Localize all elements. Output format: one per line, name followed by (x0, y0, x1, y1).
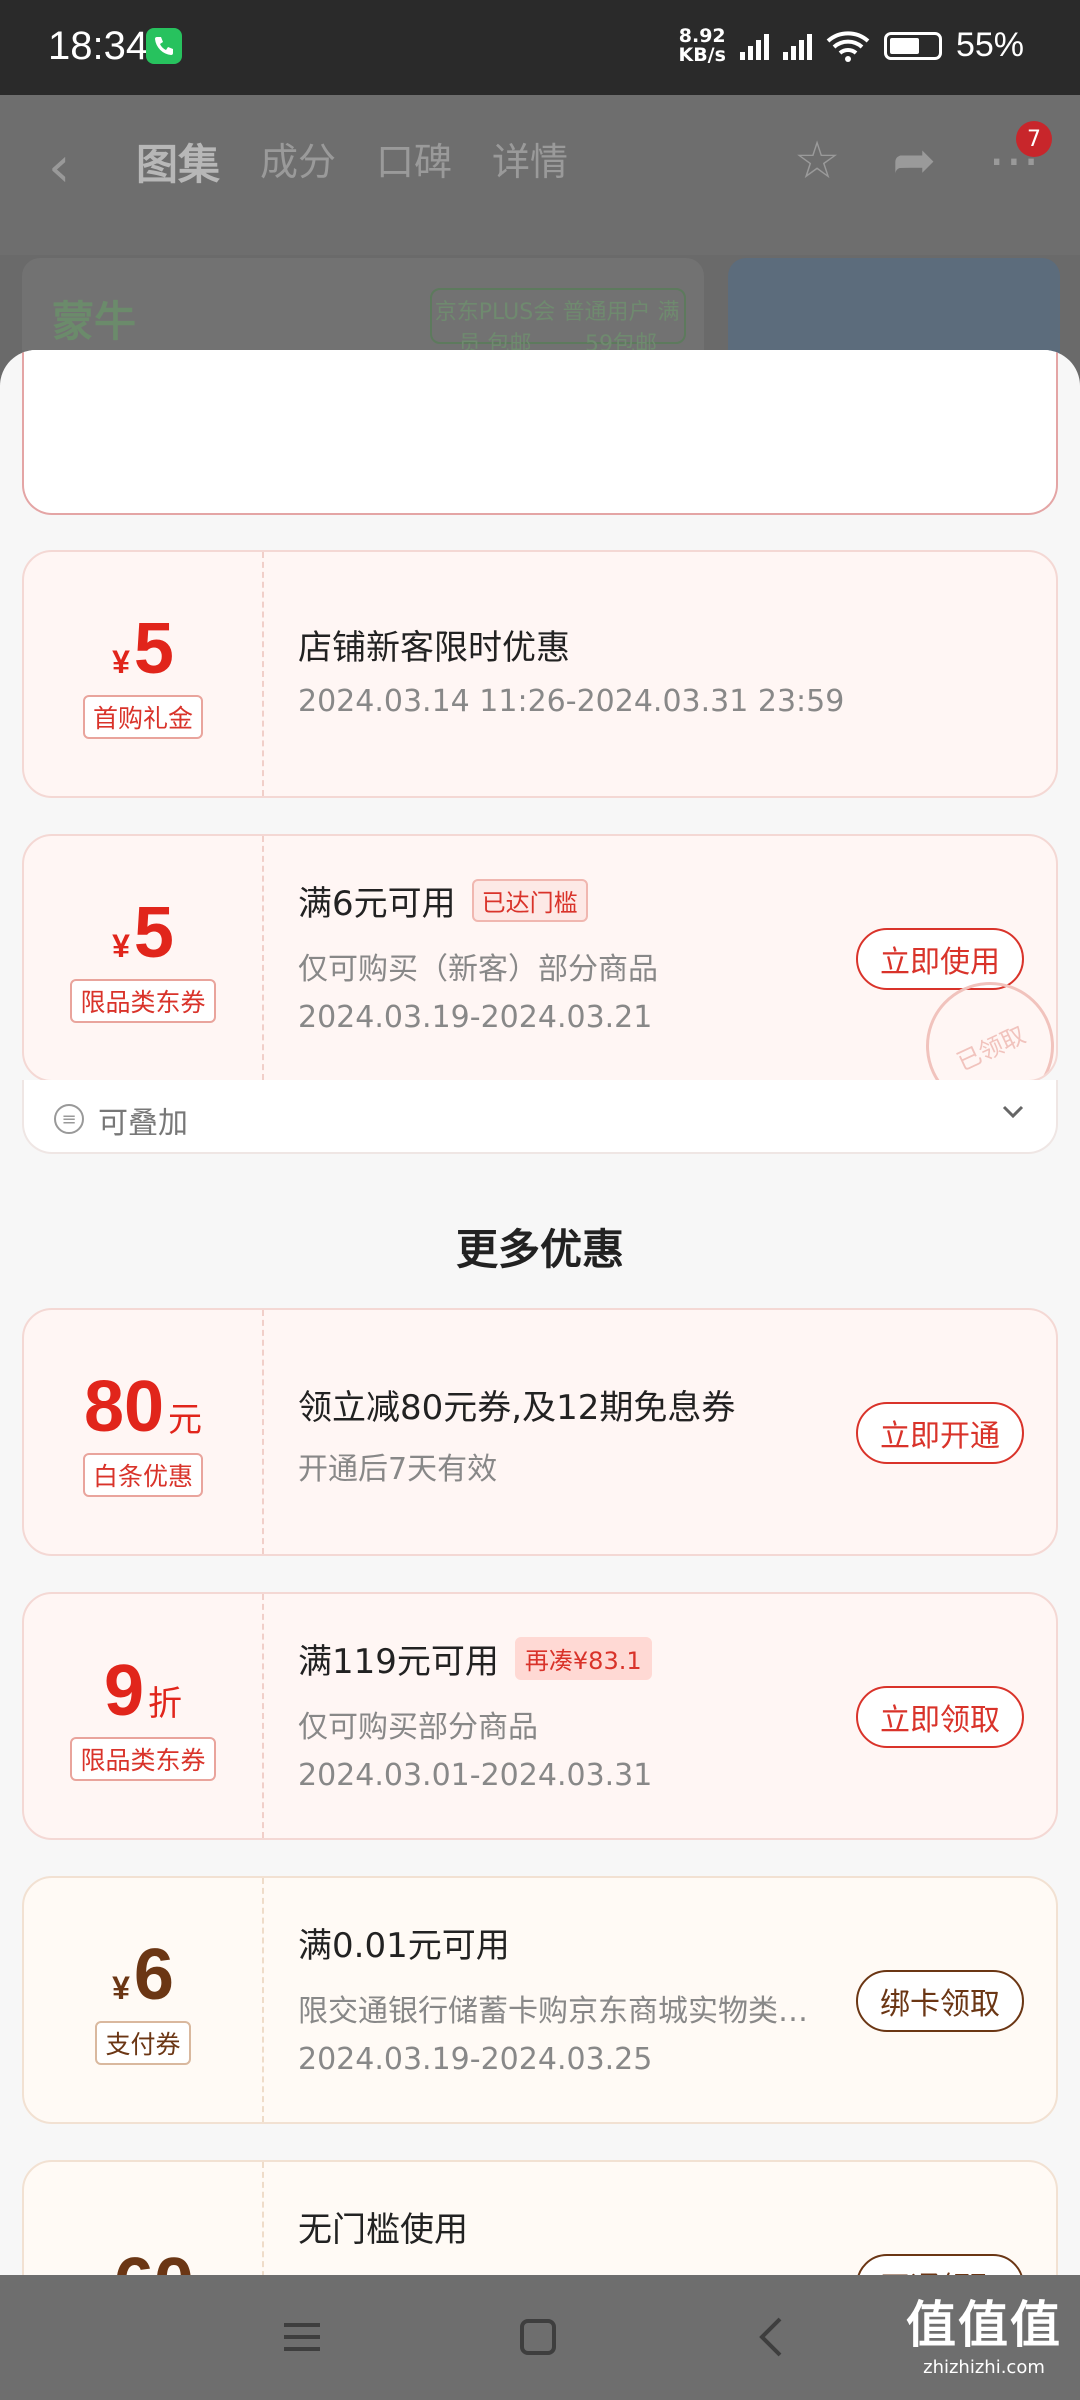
coupon-validity: 2024.03.19-2024.03.21 (298, 1000, 653, 1035)
stack-icon: ≡ (54, 1104, 84, 1134)
menu-icon[interactable] (276, 2311, 328, 2363)
coupon-tag: 支付券 (95, 2021, 191, 2065)
coupon-validity: 开通后7天有效 (298, 1452, 498, 1487)
activate-now-button[interactable]: 立即开通 (856, 1402, 1024, 1464)
coupon-validity: 2024.03.14 11:26-2024.03.31 23:59 (298, 684, 845, 719)
tab-reviews[interactable]: 口碑 (376, 131, 452, 192)
coupon-title: 无门槛使用 (298, 2210, 468, 2250)
coupon-validity: 2024.03.01-2024.03.31 (298, 1758, 653, 1793)
more-discounts-title: 更多优惠 (455, 1225, 624, 1274)
coupon-title: 领立减80元券,及12期免息券 (298, 1388, 736, 1428)
tab-details[interactable]: 详情 (492, 131, 568, 192)
tab-ingredients[interactable]: 成分 (260, 131, 336, 192)
status-bar: 18:34 8.92 KB/s 55% (0, 0, 1080, 95)
battery-percent: 55% (955, 26, 1024, 64)
coupon-tag: 限品类东券 (70, 979, 216, 1023)
status-time: 18:34 (48, 24, 149, 68)
coupon-scope: 限交通银行储蓄卡购京东商城实物类… (298, 1994, 808, 2029)
coupon-currency: ¥ (112, 644, 130, 680)
coupon-card[interactable]: 80 元 白条优惠 领立减80元券,及12期免息券 开通后7天有效 立即开通 (22, 1308, 1058, 1556)
stackable-label: 可叠加 (98, 1106, 188, 1141)
coupon-validity: 2024.03.19-2024.03.25 (298, 2042, 653, 2077)
coupon-tag: 限品类东券 (70, 1737, 216, 1781)
remaining-amount-chip: 再凑¥83.1 (514, 1637, 652, 1680)
discount-sheet: 优惠 ¥5 首购礼金 店铺新客限时优惠 2024.03.14 11:26-202… (0, 350, 1080, 2280)
claim-now-button[interactable]: 立即领取 (856, 1686, 1024, 1748)
coupon-card[interactable]: ¥6 支付券 满0.01元可用 限交通银行储蓄卡购京东商城实物类… 2024.0… (22, 1876, 1058, 2124)
coupon-card[interactable]: ¥5 首购礼金 店铺新客限时优惠 2024.03.14 11:26-2024.0… (22, 550, 1058, 798)
signal-icon-2 (782, 32, 812, 60)
signal-icon (739, 32, 769, 60)
wifi-icon (826, 30, 870, 62)
threshold-reached-chip: 已达门槛 (471, 879, 588, 922)
site-watermark: 值值值 zhizhizhi.com (906, 2296, 1062, 2378)
product-top-nav: ‹ 图集 成分 口碑 详情 ☆ ➦ ⋯ 7 (0, 95, 1080, 255)
chevron-down-icon[interactable] (1000, 1098, 1026, 1124)
coupon-card[interactable]: ¥5 限品类东券 满6元可用 已达门槛 仅可购买（新客）部分商品 2024.03.… (22, 834, 1058, 1082)
phone-call-icon (146, 28, 182, 64)
coupon-tag: 首购礼金 (82, 695, 203, 739)
stackable-row[interactable]: ≡ 可叠加 (22, 1080, 1058, 1154)
coupon-title: 满0.01元可用 (298, 1926, 510, 1966)
coupon-card[interactable]: 9折 限品类东券 满119元可用 再凑¥83.1 仅可购买部分商品 2024.03… (22, 1592, 1058, 1840)
back-icon[interactable]: ‹ (48, 135, 70, 200)
coupon-amount: 5 (133, 893, 174, 973)
coupon-amount: 9 (103, 1651, 145, 1731)
coupon-amount: 6 (133, 1935, 174, 2015)
bind-card-claim-button[interactable]: 绑卡领取 (856, 1970, 1024, 2032)
coupon-card-partial (22, 350, 1058, 515)
coupon-tag: 白条优惠 (82, 1453, 203, 1497)
coupon-currency: ¥ (112, 928, 130, 964)
tab-gallery[interactable]: 图集 (136, 131, 220, 192)
use-now-button[interactable]: 立即使用 (856, 928, 1024, 990)
back-nav-icon[interactable] (746, 2311, 798, 2363)
coupon-unit: 元 (168, 1401, 203, 1439)
battery-icon (883, 31, 942, 60)
coupon-unit: 折 (148, 1685, 183, 1723)
coupon-scope: 仅可购买部分商品 (298, 1710, 538, 1745)
coupon-title: 店铺新客限时优惠 (298, 628, 570, 668)
favorite-star-icon[interactable]: ☆ (794, 131, 841, 191)
brand-logo: 蒙牛 (52, 297, 137, 346)
network-speed: 8.92 KB/s (678, 24, 726, 66)
coupon-amount: 5 (133, 609, 174, 689)
shipping-tag: 京东PLUS会员 包邮 普通用户 满59包邮 (430, 288, 686, 357)
coupon-card[interactable]: ¥60 无门槛使用 【珠宝商城】限购京东自营珠宝首饰 开通领取 (22, 2160, 1058, 2280)
coupon-title: 满6元可用 (298, 884, 456, 924)
coupon-scope: 仅可购买（新客）部分商品 (298, 952, 658, 987)
coupon-currency: ¥ (112, 1970, 130, 2006)
coupon-amount: 80 (83, 1367, 165, 1447)
share-icon[interactable]: ➦ (892, 131, 936, 191)
coupon-title: 满119元可用 (298, 1642, 499, 1682)
message-badge: 7 (1016, 121, 1052, 157)
system-nav-bar: 值值值 zhizhizhi.com (0, 2275, 1080, 2400)
home-icon[interactable] (512, 2311, 564, 2363)
